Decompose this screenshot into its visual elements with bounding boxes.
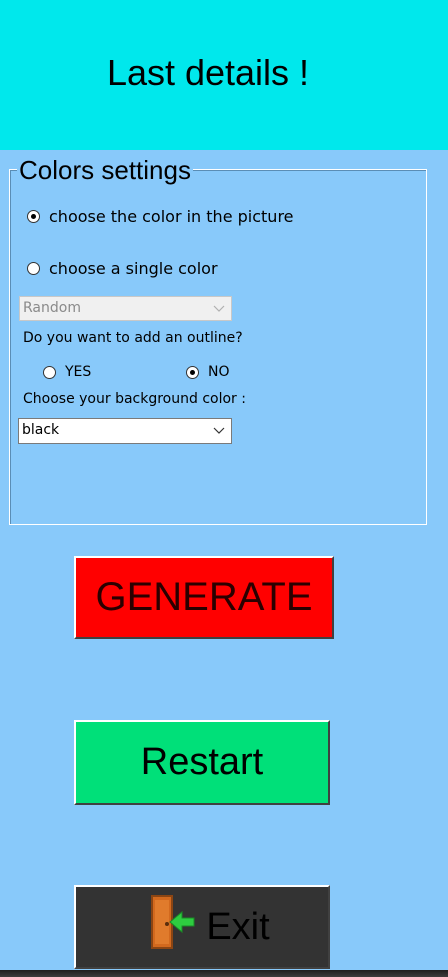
radio-button[interactable] [43,365,56,379]
door-exit-icon [134,892,196,962]
radio-label: choose a single color [49,259,218,278]
radio-label: choose the color in the picture [49,207,294,226]
radio-outline-no[interactable]: NO [186,364,230,380]
select-value: Random [23,300,81,316]
radio-label: YES [65,364,92,380]
radio-button-checked[interactable] [27,210,40,223]
generate-button-label: GENERATE [95,575,313,619]
radio-choose-single-color[interactable]: choose a single color [27,259,218,278]
chevron-down-icon [211,419,227,443]
radio-button[interactable] [27,262,40,275]
background-color-label: Choose your background color : [23,391,246,407]
radio-choose-picture-color[interactable]: choose the color in the picture [27,207,294,226]
radio-label: NO [208,364,230,380]
restart-button[interactable]: Restart [74,720,330,805]
colors-settings-title: Colors settings [17,155,193,185]
taskbar-edge [0,970,448,977]
header-banner: Last details ! [0,0,448,150]
single-color-select[interactable]: Random [19,296,232,321]
select-value: black [22,422,60,438]
generate-button[interactable]: GENERATE [74,556,334,639]
radio-button-checked[interactable] [186,365,199,379]
outline-question: Do you want to add an outline? [23,330,243,346]
restart-button-label: Restart [140,741,264,783]
chevron-down-icon [211,297,227,320]
background-color-select[interactable]: black [18,418,232,444]
exit-button-label: Exit [206,905,270,948]
radio-outline-yes[interactable]: YES [43,364,91,380]
exit-button[interactable]: Exit [74,885,330,969]
page-title: Last details ! [106,52,310,93]
